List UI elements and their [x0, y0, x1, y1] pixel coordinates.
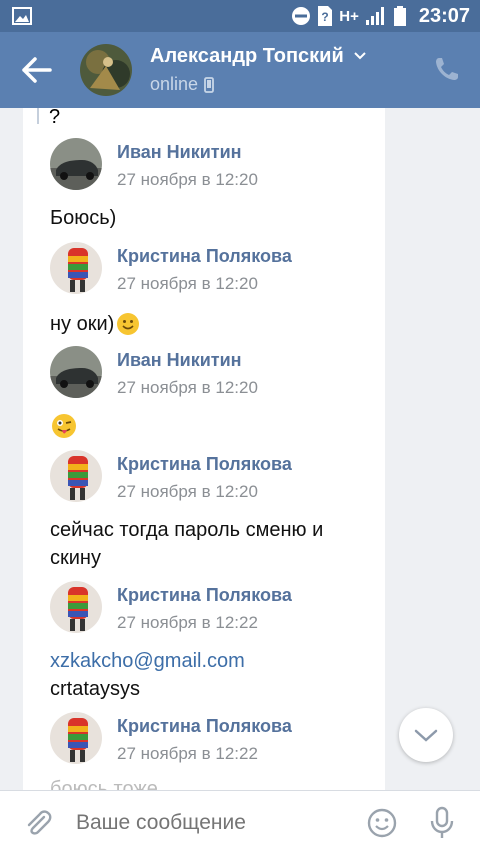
message-time: 27 ноября в 12:20 [117, 378, 258, 397]
microphone-icon[interactable] [428, 806, 456, 840]
author-avatar[interactable] [50, 712, 102, 764]
author-name[interactable]: Кристина Полякова [117, 246, 292, 267]
network-type: H+ [339, 7, 359, 25]
paperclip-icon[interactable] [22, 807, 54, 839]
author-name[interactable]: Иван Никитин [117, 142, 242, 163]
status-icons: ? H+ 23:07 [291, 4, 470, 28]
message-time: 27 ноября в 12:20 [117, 170, 258, 189]
chevron-down-icon[interactable] [352, 48, 368, 64]
message-header: Кристина Полякова 27 ноября в 12:22 [50, 712, 380, 768]
author-name[interactable]: Кристина Полякова [117, 585, 292, 606]
status-text: online [150, 74, 199, 94]
author-name[interactable]: Иван Никитин [117, 350, 242, 371]
quoted-text-fragment: ? [49, 108, 61, 128]
author-avatar[interactable] [50, 346, 102, 398]
message-header: Иван Никитин 27 ноября в 12:20 [50, 346, 380, 402]
chevron-down-icon [414, 729, 438, 742]
signal-icon [365, 7, 384, 25]
author-avatar[interactable] [50, 581, 102, 633]
winking-tongue-emoji-icon [52, 414, 76, 438]
message-text: ну оки) [50, 313, 115, 335]
mobile-icon [204, 76, 214, 93]
emoji-icon[interactable] [366, 807, 398, 839]
status-bar: ? H+ 23:07 [0, 0, 480, 32]
message-text: Боюсь) [50, 207, 117, 229]
gallery-notification-icon [12, 7, 32, 25]
contact-avatar[interactable] [80, 44, 132, 96]
chat-header: Александр Топский online [0, 32, 480, 108]
battery-icon [393, 6, 406, 26]
svg-text:?: ? [322, 10, 329, 24]
phone-icon[interactable] [434, 56, 460, 82]
partially-hidden-message: боюсь тоже [50, 778, 158, 790]
author-avatar[interactable] [50, 138, 102, 190]
author-name[interactable]: Кристина Полякова [117, 716, 292, 737]
clock: 23:07 [418, 4, 470, 27]
message-header: Кристина Полякова 27 ноября в 12:22 [50, 581, 380, 637]
message-body: xzkakcho@gmail.com crtataysys [50, 647, 380, 703]
author-name[interactable]: Кристина Полякова [117, 454, 292, 475]
message-input[interactable] [76, 808, 356, 838]
contact-name[interactable]: Александр Топский [150, 45, 344, 68]
smile-emoji-icon [117, 313, 140, 335]
message-time: 27 ноября в 12:20 [117, 274, 258, 293]
message-text: crtataysys [50, 678, 141, 700]
message-header: Кристина Полякова 27 ноября в 12:20 [50, 242, 380, 298]
message-header: Кристина Полякова 27 ноября в 12:20 [50, 450, 380, 506]
quote-bar [37, 108, 39, 124]
author-avatar[interactable] [50, 242, 102, 294]
author-avatar[interactable] [50, 450, 102, 502]
sim-unknown-icon: ? [318, 6, 333, 26]
message-text: сейчас тогда пароль сменю и скину [50, 519, 324, 569]
message-body: ну оки) [50, 310, 380, 338]
message-time: 27 ноября в 12:22 [117, 613, 258, 632]
contact-status: online [150, 74, 214, 95]
message-composer [0, 790, 480, 854]
chat-screen: ? H+ 23:07 Александр Топский online ? Ив… [0, 0, 480, 854]
message-header: Иван Никитин 27 ноября в 12:20 [50, 138, 380, 194]
scroll-to-bottom-button[interactable] [399, 708, 453, 762]
email-link[interactable]: xzkakcho@gmail.com [50, 647, 380, 675]
back-arrow-icon[interactable] [20, 54, 56, 86]
message-list[interactable]: ? Иван Никитин 27 ноября в 12:20 Боюсь) [23, 108, 385, 790]
do-not-disturb-icon [292, 7, 311, 25]
message-time: 27 ноября в 12:22 [117, 744, 258, 763]
message-time: 27 ноября в 12:20 [117, 482, 258, 501]
